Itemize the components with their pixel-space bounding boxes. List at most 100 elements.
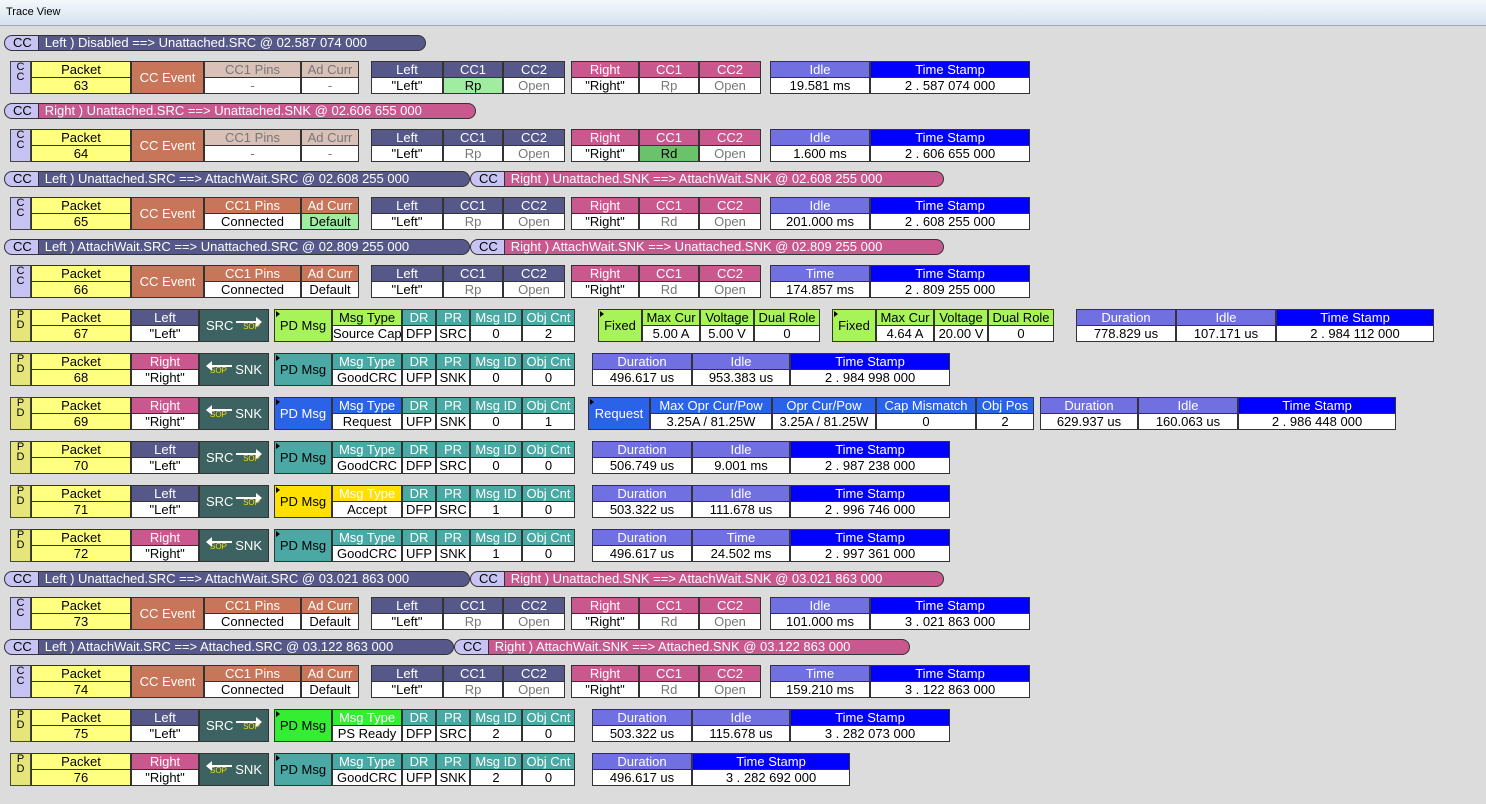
left-port-value: "Left" <box>371 613 443 630</box>
idle-value: 115.678 us <box>692 725 790 742</box>
state-transition-right[interactable]: CC Right ) AttachWait.SNK ==> Attached.SN… <box>454 639 910 655</box>
port-header: Left <box>131 309 199 326</box>
time-stamp-value: 3 . 122 863 000 <box>870 681 1030 698</box>
cc-packet-row[interactable]: C C Packet 64 CC Event CC1 Pins - Ad Curr - Left "… <box>10 129 1030 162</box>
duration-header: Duration <box>592 753 692 770</box>
state-transition-row[interactable]: CC Left ) AttachWait.SRC ==> Attached.SRC… <box>0 639 1486 656</box>
ad-curr-header: Ad Curr <box>301 61 359 78</box>
transition-text: Left ) AttachWait.SRC ==> Unattached.SRC… <box>44 239 410 254</box>
pd-packet-row[interactable]: P D Packet 68 Right "Right" SOP SNK PD Msg Msg Ty… <box>10 353 1430 386</box>
obj-cnt-header: Obj Cnt <box>522 485 575 502</box>
left-cc1-value: Rp <box>443 681 503 698</box>
state-transition-left[interactable]: CC Left ) AttachWait.SRC ==> Attached.SRC… <box>4 639 454 655</box>
port-header: Right <box>131 529 199 546</box>
time-stamp-header: Time Stamp <box>790 485 950 502</box>
dr-header: DR <box>402 397 436 414</box>
state-transition-row[interactable]: CC Left ) Unattached.SRC ==> AttachWait.S… <box>0 171 1486 188</box>
expand-triangle-icon <box>276 311 280 317</box>
left-port-header: Left <box>371 597 443 614</box>
pr-value: SRC <box>436 325 470 342</box>
ad-curr-header: Ad Curr <box>301 129 359 146</box>
port-header: Right <box>131 353 199 370</box>
state-transition-left[interactable]: CC Left ) Disabled ==> Unattached.SRC @ 0… <box>4 35 426 51</box>
right-port-header: Right <box>571 265 639 282</box>
pdo-max-cur-value: 5.00 A <box>642 325 700 342</box>
cc-packet-row[interactable]: C C Packet 73 CC Event CC1 Pins Connected Ad Cu… <box>10 597 1030 630</box>
pd-packet-row[interactable]: P D Packet 70 Left "Left" SOP SRC PD Msg Msg Type… <box>10 441 1430 474</box>
state-transition-left[interactable]: CC Left ) Unattached.SRC ==> AttachWait.S… <box>4 571 470 587</box>
cc1-pins-header: CC1 Pins <box>204 597 301 614</box>
cc-packet-row[interactable]: C C Packet 63 CC Event CC1 Pins - Ad Curr - Left "… <box>10 61 1030 94</box>
state-transition-right[interactable]: CC Right ) Unattached.SRC ==> Unattached.… <box>4 103 476 119</box>
idle-header: Time <box>692 529 790 546</box>
time-stamp-value: 3 . 282 073 000 <box>790 725 950 742</box>
state-transition-row[interactable]: CC Left ) AttachWait.SRC ==> Unattached.S… <box>0 239 1486 256</box>
obj-cnt-header: Obj Cnt <box>522 309 575 326</box>
state-transition-left[interactable]: CC Left ) AttachWait.SRC ==> Unattached.S… <box>4 239 470 255</box>
pdo-dual-role-value: 0 <box>754 325 820 342</box>
time-stamp-value: 2 . 984 112 000 <box>1276 325 1434 342</box>
left-cc2-value: Open <box>503 145 565 162</box>
expand-triangle-icon <box>276 487 280 493</box>
transition-text: Right ) AttachWait.SNK ==> Unattached.SN… <box>510 239 883 254</box>
pd-packet-row[interactable]: P D Packet 76 Right "Right" SOP SNK PD Msg Msg Ty… <box>10 753 1430 786</box>
idle-value: 159.210 ms <box>770 681 870 698</box>
direction-snk: SOP SNK <box>199 529 269 562</box>
cc-event-label: CC Event <box>131 597 204 630</box>
left-port-header: Left <box>371 129 443 146</box>
msg-type-header: Msg Type <box>332 441 402 458</box>
pd-packet-row[interactable]: P D Packet 69 Right "Right" SOP SNK PD Msg Msg Ty… <box>10 397 1430 430</box>
ad-curr-value: Default <box>301 681 359 698</box>
arrow-right-icon <box>236 717 262 727</box>
obj-cnt-value: 0 <box>522 501 575 518</box>
cc-tag: CC <box>471 172 505 186</box>
idle-value: 19.581 ms <box>770 77 870 94</box>
right-port-header: Right <box>571 665 639 682</box>
state-transition-right[interactable]: CC Right ) Unattached.SNK ==> AttachWait.… <box>470 571 944 587</box>
state-transition-row[interactable]: CC Right ) Unattached.SRC ==> Unattached.… <box>0 103 1486 120</box>
pd-packet-row[interactable]: P D Packet 72 Right "Right" SOP SNK PD Msg Msg Ty… <box>10 529 1430 562</box>
right-cc1-value: Rd <box>639 281 699 298</box>
ad-curr-value: - <box>301 77 359 94</box>
state-transition-right[interactable]: CC Right ) Unattached.SNK ==> AttachWait.… <box>470 171 944 187</box>
left-port-header: Left <box>371 665 443 682</box>
state-transition-row[interactable]: CC Left ) Unattached.SRC ==> AttachWait.S… <box>0 571 1486 588</box>
pd-packet-row[interactable]: P D Packet 71 Left "Left" SOP SRC PD Msg Msg Type… <box>10 485 1430 518</box>
pd-packet-row[interactable]: P D Packet 75 Left "Left" SOP SRC PD Msg Msg Type… <box>10 709 1430 742</box>
obj-cnt-value: 0 <box>522 369 575 386</box>
cc-packet-row[interactable]: C C Packet 65 CC Event CC1 Pins Connected Ad Cu… <box>10 197 1030 230</box>
expand-triangle-icon <box>590 399 594 405</box>
msg-type-header: Msg Type <box>332 529 402 546</box>
pd-type-tag: PD <box>10 309 31 342</box>
dr-value: DFP <box>402 457 436 474</box>
right-cc1-header: CC1 <box>639 197 699 214</box>
state-transition-right[interactable]: CC Right ) AttachWait.SNK ==> Unattached.… <box>470 239 944 255</box>
cc-packet-row[interactable]: C C Packet 66 CC Event CC1 Pins Connected Ad Cu… <box>10 265 1030 298</box>
packet-number-value: 76 <box>31 769 131 786</box>
right-cc2-header: CC2 <box>699 265 761 282</box>
cc-packet-row[interactable]: C C Packet 74 CC Event CC1 Pins Connected Ad Cu… <box>10 665 1030 698</box>
expand-triangle-icon <box>276 531 280 537</box>
sop-label: SOP <box>210 410 227 419</box>
pdo-voltage-header: Voltage <box>934 309 988 326</box>
duration-value: 629.937 us <box>1040 413 1138 430</box>
msg-id-header: Msg ID <box>470 529 522 546</box>
trace-list[interactable]: CC Left ) Disabled ==> Unattached.SRC @ 0… <box>0 29 1486 804</box>
msg-type-value: GoodCRC <box>332 769 402 786</box>
state-transition-row[interactable]: CC Left ) Disabled ==> Unattached.SRC @ 0… <box>0 35 1486 52</box>
window-title: Trace View <box>6 6 61 18</box>
cc1-pins-value: - <box>204 77 301 94</box>
pr-value: SRC <box>436 457 470 474</box>
time-stamp-value: 2 . 986 448 000 <box>1238 413 1396 430</box>
sop-label: SOP <box>210 366 227 375</box>
right-port-header: Right <box>571 597 639 614</box>
state-transition-left[interactable]: CC Left ) Unattached.SRC ==> AttachWait.S… <box>4 171 470 187</box>
cc-type-tag: CC <box>10 197 31 230</box>
pd-packet-row[interactable]: P D Packet 67 Left "Left" SOP SRC PD Msg Msg Type… <box>10 309 1434 342</box>
pr-header: PR <box>436 529 470 546</box>
msg-id-header: Msg ID <box>470 441 522 458</box>
duration-header: Duration <box>592 529 692 546</box>
msg-id-value: 0 <box>470 325 522 342</box>
cc-tag: CC <box>5 36 39 50</box>
packet-number-header: Packet <box>31 197 131 214</box>
